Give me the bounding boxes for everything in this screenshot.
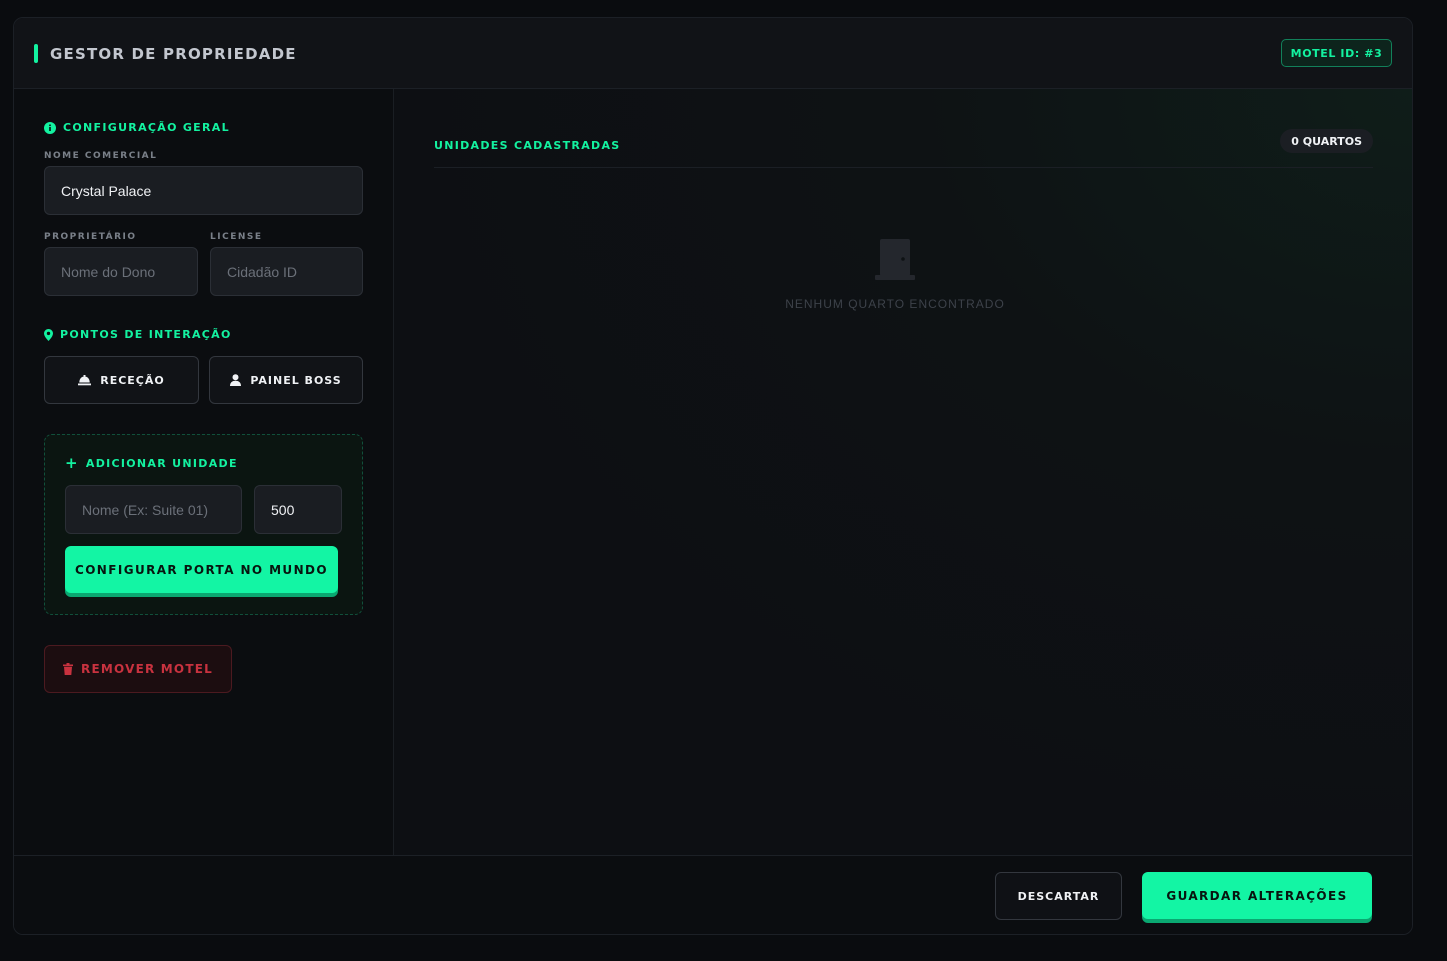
license-label: LICENSE [210,232,263,242]
units-title: UNIDADES CADASTRADAS [434,139,621,152]
map-pin-icon [44,328,53,341]
door-icon [872,239,918,281]
discard-button[interactable]: DESCARTAR [995,872,1122,920]
name-label: NOME COMERCIAL [44,151,158,161]
sidebar: CONFIGURAÇÃO GERAL NOME COMERCIAL PROPRI… [14,89,394,855]
plus-icon: + [65,454,79,472]
add-unit-title: + ADICIONAR UNIDADE [65,454,238,472]
configure-door-button[interactable]: CONFIGURAR PORTA NO MUNDO [65,546,338,593]
add-unit-panel: + ADICIONAR UNIDADE CONFIGURAR PORTA NO … [44,434,363,615]
header: GESTOR DE PROPRIEDADE MOTEL ID: #3 [14,18,1412,89]
save-changes-button[interactable]: GUARDAR ALTERAÇÕES [1142,872,1372,919]
property-manager-window: GESTOR DE PROPRIEDADE MOTEL ID: #3 CONFI… [13,17,1413,935]
motel-id-badge: MOTEL ID: #3 [1281,39,1392,67]
info-circle-icon [44,121,56,134]
license-input[interactable] [210,247,363,296]
trash-icon [63,663,74,675]
empty-message: NENHUM QUARTO ENCONTRADO [785,297,1005,311]
page-title: GESTOR DE PROPRIEDADE [50,45,297,63]
owner-label: PROPRIETÁRIO [44,232,137,242]
header-accent-bar [34,44,38,63]
unit-name-input[interactable] [65,485,242,534]
footer: DESCARTAR GUARDAR ALTERAÇÕES [14,855,1412,934]
boss-panel-button[interactable]: PAINEL BOSS [209,356,363,404]
user-icon [230,374,242,386]
commercial-name-input[interactable] [44,166,363,215]
remove-motel-button[interactable]: REMOVER MOTEL [44,645,232,693]
room-count-badge: 0 QUARTOS [1280,129,1373,153]
bell-icon [78,374,92,386]
units-panel: UNIDADES CADASTRADAS 0 QUARTOS NENHUM QU… [395,89,1412,855]
unit-price-input[interactable] [254,485,342,534]
units-header: UNIDADES CADASTRADAS 0 QUARTOS [434,127,1373,168]
interaction-points-title: PONTOS DE INTERAÇÃO [44,328,232,341]
empty-state: NENHUM QUARTO ENCONTRADO [755,239,1035,311]
general-config-title: CONFIGURAÇÃO GERAL [44,121,230,134]
reception-button[interactable]: RECEÇÃO [44,356,199,404]
owner-input[interactable] [44,247,198,296]
